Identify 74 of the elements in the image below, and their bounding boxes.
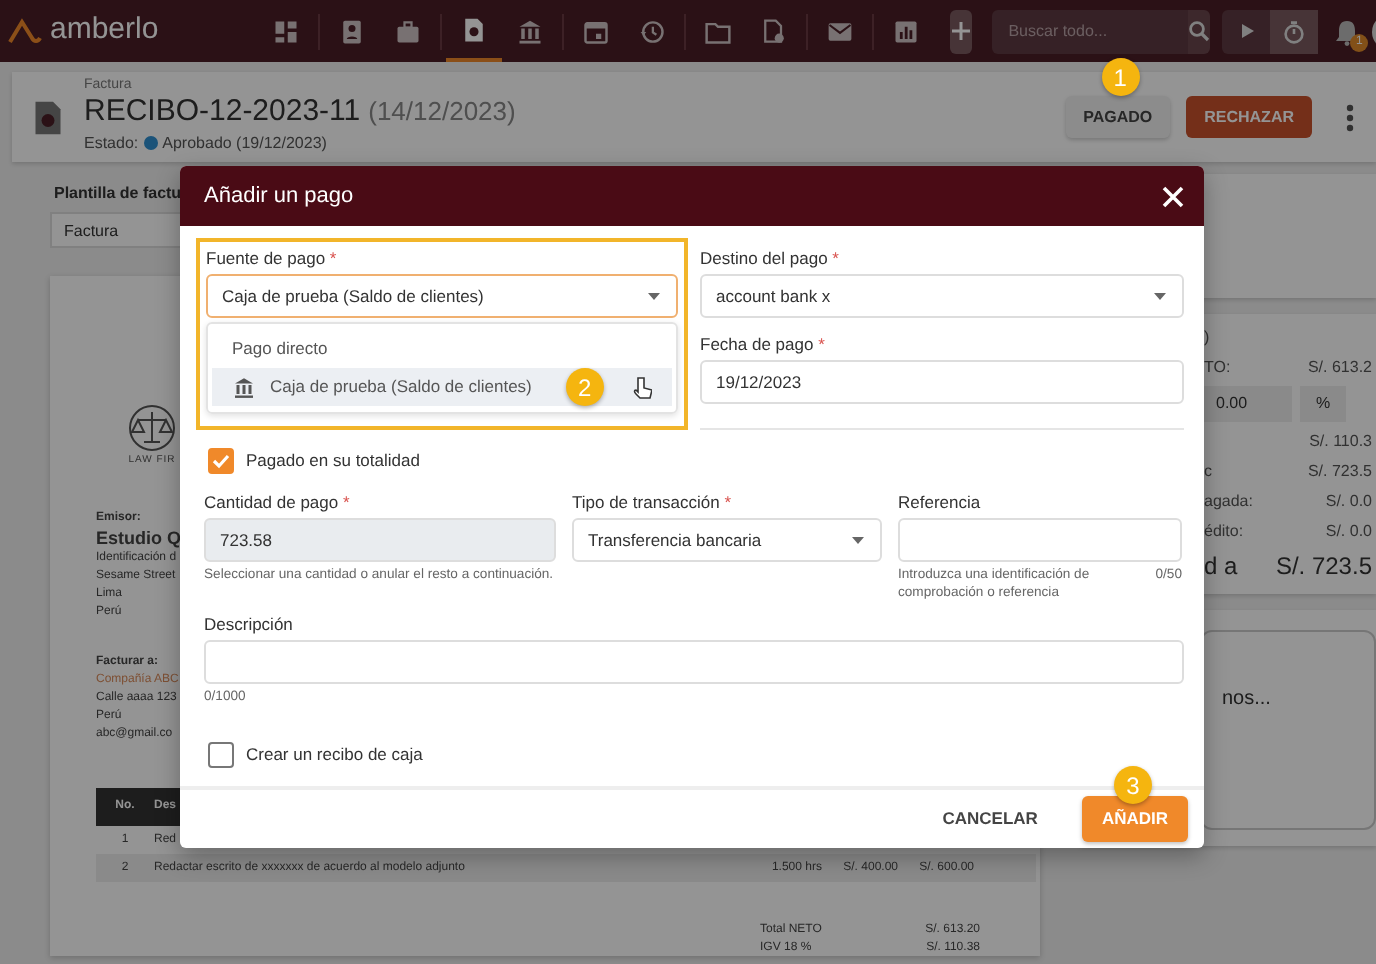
caret-icon xyxy=(1152,290,1168,302)
summary-label: agada: xyxy=(1204,490,1253,514)
summary-value: S/. 0.0 xyxy=(1325,520,1372,544)
field-label: Referencia xyxy=(898,492,983,514)
page-title: RECIBO-12-2023-11 xyxy=(84,96,361,130)
date-field[interactable]: 19/12/2023 xyxy=(700,360,1184,404)
transaction-type-select[interactable]: Transferencia bancaria xyxy=(572,518,882,562)
search-icon[interactable] xyxy=(1188,20,1211,42)
step-marker: 1 xyxy=(1101,58,1140,96)
folder-icon[interactable] xyxy=(704,17,733,45)
field-label: Plantilla de factu xyxy=(54,182,182,206)
field-label: Fecha de pago * xyxy=(700,334,827,356)
dropdown-option[interactable]: Caja de prueba (Saldo de clientes) 2 xyxy=(212,368,672,406)
calendar-icon[interactable] xyxy=(582,17,611,45)
bank-icon xyxy=(232,375,256,399)
summary-label: c xyxy=(1204,460,1212,484)
document-icon[interactable] xyxy=(760,17,789,45)
checkbox[interactable] xyxy=(208,742,234,768)
logo: amberlo xyxy=(50,10,159,51)
caret-icon xyxy=(850,534,866,546)
mail-icon[interactable] xyxy=(826,17,855,45)
pointer-cursor-icon xyxy=(632,375,652,399)
description-field[interactable] xyxy=(204,640,1184,684)
timer-icon[interactable] xyxy=(1282,19,1307,43)
status-dot xyxy=(144,136,159,151)
status-text: Aprobado (19/12/2023) xyxy=(162,131,327,156)
document-icon[interactable] xyxy=(460,15,489,43)
contact-card-icon[interactable] xyxy=(338,17,367,45)
summary-text: ) xyxy=(1204,326,1210,350)
briefcase-icon[interactable] xyxy=(394,17,423,45)
field-label: Destino del pago * xyxy=(700,248,841,270)
search-field[interactable]: Buscar todo... xyxy=(992,9,1189,53)
bell-icon[interactable] xyxy=(1334,17,1361,45)
summary-value: S/. 723.5 xyxy=(1275,550,1372,584)
summary-label: édito: xyxy=(1204,520,1244,544)
bank-icon[interactable] xyxy=(516,17,545,45)
logo-icon xyxy=(8,17,44,45)
checkbox-label: Crear un recibo de caja xyxy=(246,742,423,768)
chart-icon[interactable] xyxy=(892,17,921,45)
placeholder-text: nos... xyxy=(1222,688,1271,710)
clock-icon[interactable] xyxy=(638,17,667,45)
summary-label: d a xyxy=(1204,550,1238,584)
paid-button[interactable]: PAGADO xyxy=(1065,96,1171,138)
caret-icon xyxy=(646,290,662,302)
cancel-button[interactable]: CANCELAR xyxy=(922,796,1058,842)
summary-value: S/. 723.5 xyxy=(1307,460,1372,484)
reference-field[interactable] xyxy=(898,518,1182,562)
checkbox-label: Pagado en su totalidad xyxy=(246,448,420,474)
discount-field[interactable]: 0.00 xyxy=(1200,386,1292,422)
unit-select[interactable]: % xyxy=(1300,386,1347,422)
step-marker: 2 xyxy=(565,368,604,406)
close-button[interactable] xyxy=(1162,185,1184,207)
field-label: Descripción xyxy=(204,614,295,636)
step-marker: 3 xyxy=(1113,766,1152,804)
field-label: Tipo de transacción * xyxy=(572,492,734,514)
summary-value: S/. 110.3 xyxy=(1309,430,1372,454)
source-select[interactable]: Caja de prueba (Saldo de clientes) xyxy=(206,274,678,318)
summary-value: S/. 0.0 xyxy=(1325,490,1372,514)
status-label: Estado: xyxy=(84,131,139,156)
dropdown-option[interactable]: Pago directo xyxy=(212,330,672,368)
page-date: (14/12/2023) xyxy=(368,94,516,131)
field-label: Fuente de pago * xyxy=(206,248,339,270)
summary-value: S/. 613.2 xyxy=(1307,356,1372,380)
field-label: Cantidad de pago * xyxy=(204,492,352,514)
destination-select[interactable]: account bank x xyxy=(700,274,1184,318)
checkbox[interactable] xyxy=(208,448,234,474)
dialog-title: Añadir un pago xyxy=(204,181,354,212)
summary-label: TO: xyxy=(1204,356,1231,380)
play-icon[interactable] xyxy=(1237,22,1256,40)
plus-icon[interactable] xyxy=(950,20,973,42)
dashboard-icon[interactable] xyxy=(272,17,301,45)
more-icon[interactable] xyxy=(1344,101,1356,133)
issuer-name: Estudio Q xyxy=(96,528,181,550)
scales-icon xyxy=(126,404,178,452)
